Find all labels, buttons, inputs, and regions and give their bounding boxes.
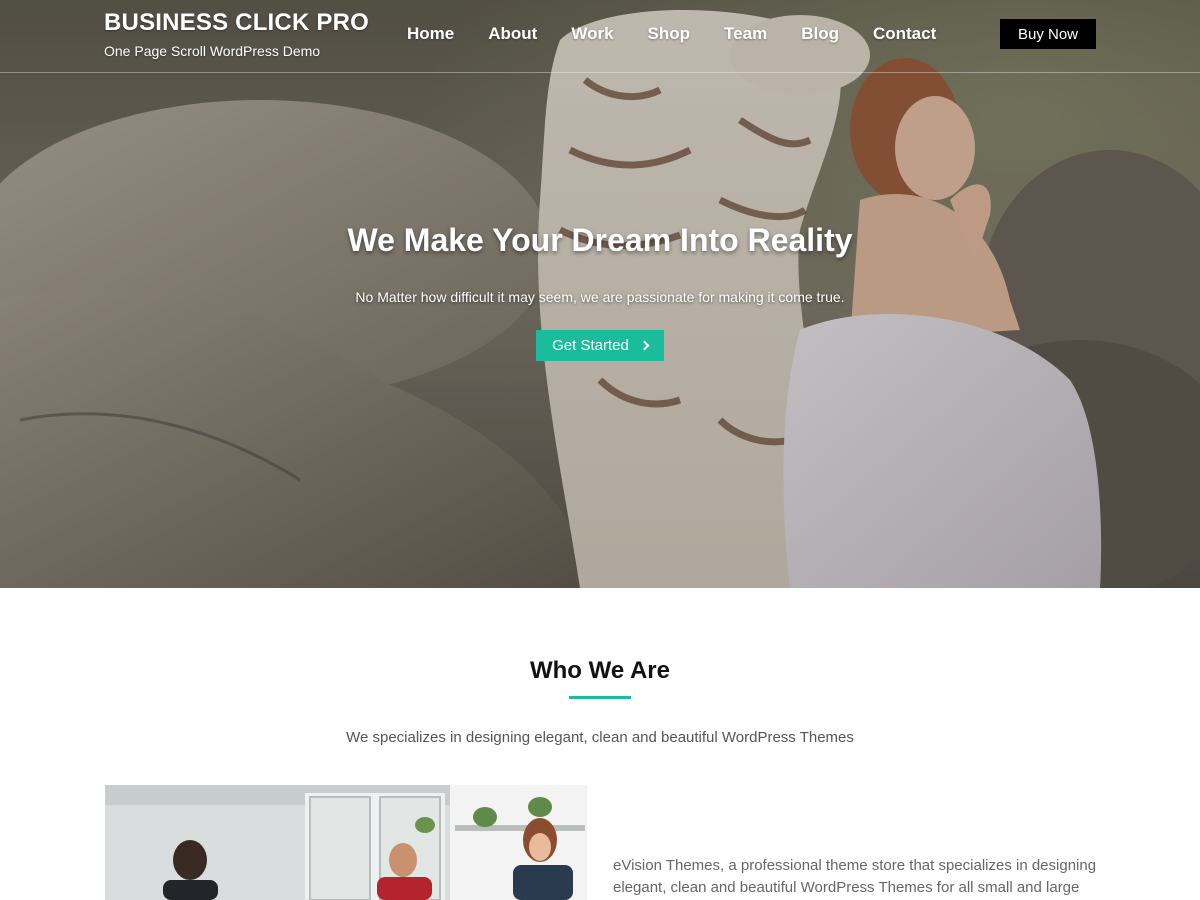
chevron-right-icon bbox=[639, 340, 650, 351]
hero-section: BUSINESS CLICK PRO One Page Scroll WordP… bbox=[0, 0, 1200, 588]
section-title: Who We Are bbox=[529, 657, 670, 684]
main-nav: Home About Work Shop Team Blog Contact bbox=[390, 22, 953, 48]
get-started-label: Get Started bbox=[552, 337, 629, 354]
buy-now-button[interactable]: Buy Now bbox=[1000, 19, 1096, 49]
section-title-underline bbox=[569, 696, 631, 699]
office-photo-illustration bbox=[105, 785, 587, 900]
nav-item-about[interactable]: About bbox=[471, 22, 554, 48]
site-tagline: One Page Scroll WordPress Demo bbox=[104, 43, 321, 59]
nav-item-shop[interactable]: Shop bbox=[631, 22, 708, 48]
nav-item-team[interactable]: Team bbox=[707, 22, 784, 48]
nav-item-home[interactable]: Home bbox=[390, 22, 471, 48]
site-title[interactable]: BUSINESS CLICK PRO bbox=[104, 9, 369, 37]
get-started-button[interactable]: Get Started bbox=[536, 330, 664, 361]
nav-item-contact[interactable]: Contact bbox=[856, 22, 953, 48]
nav-item-blog[interactable]: Blog bbox=[784, 22, 856, 48]
nav-item-work[interactable]: Work bbox=[554, 22, 630, 48]
hero-heading: We Make Your Dream Into Reality bbox=[347, 222, 853, 258]
site-header: BUSINESS CLICK PRO One Page Scroll WordP… bbox=[0, 0, 1200, 73]
office-team-photo bbox=[105, 785, 587, 900]
about-description: eVision Themes, a professional theme sto… bbox=[613, 857, 1097, 896]
section-subtitle: We specializes in designing elegant, cle… bbox=[346, 729, 854, 746]
hero-subtext: No Matter how difficult it may seem, we … bbox=[355, 289, 845, 305]
